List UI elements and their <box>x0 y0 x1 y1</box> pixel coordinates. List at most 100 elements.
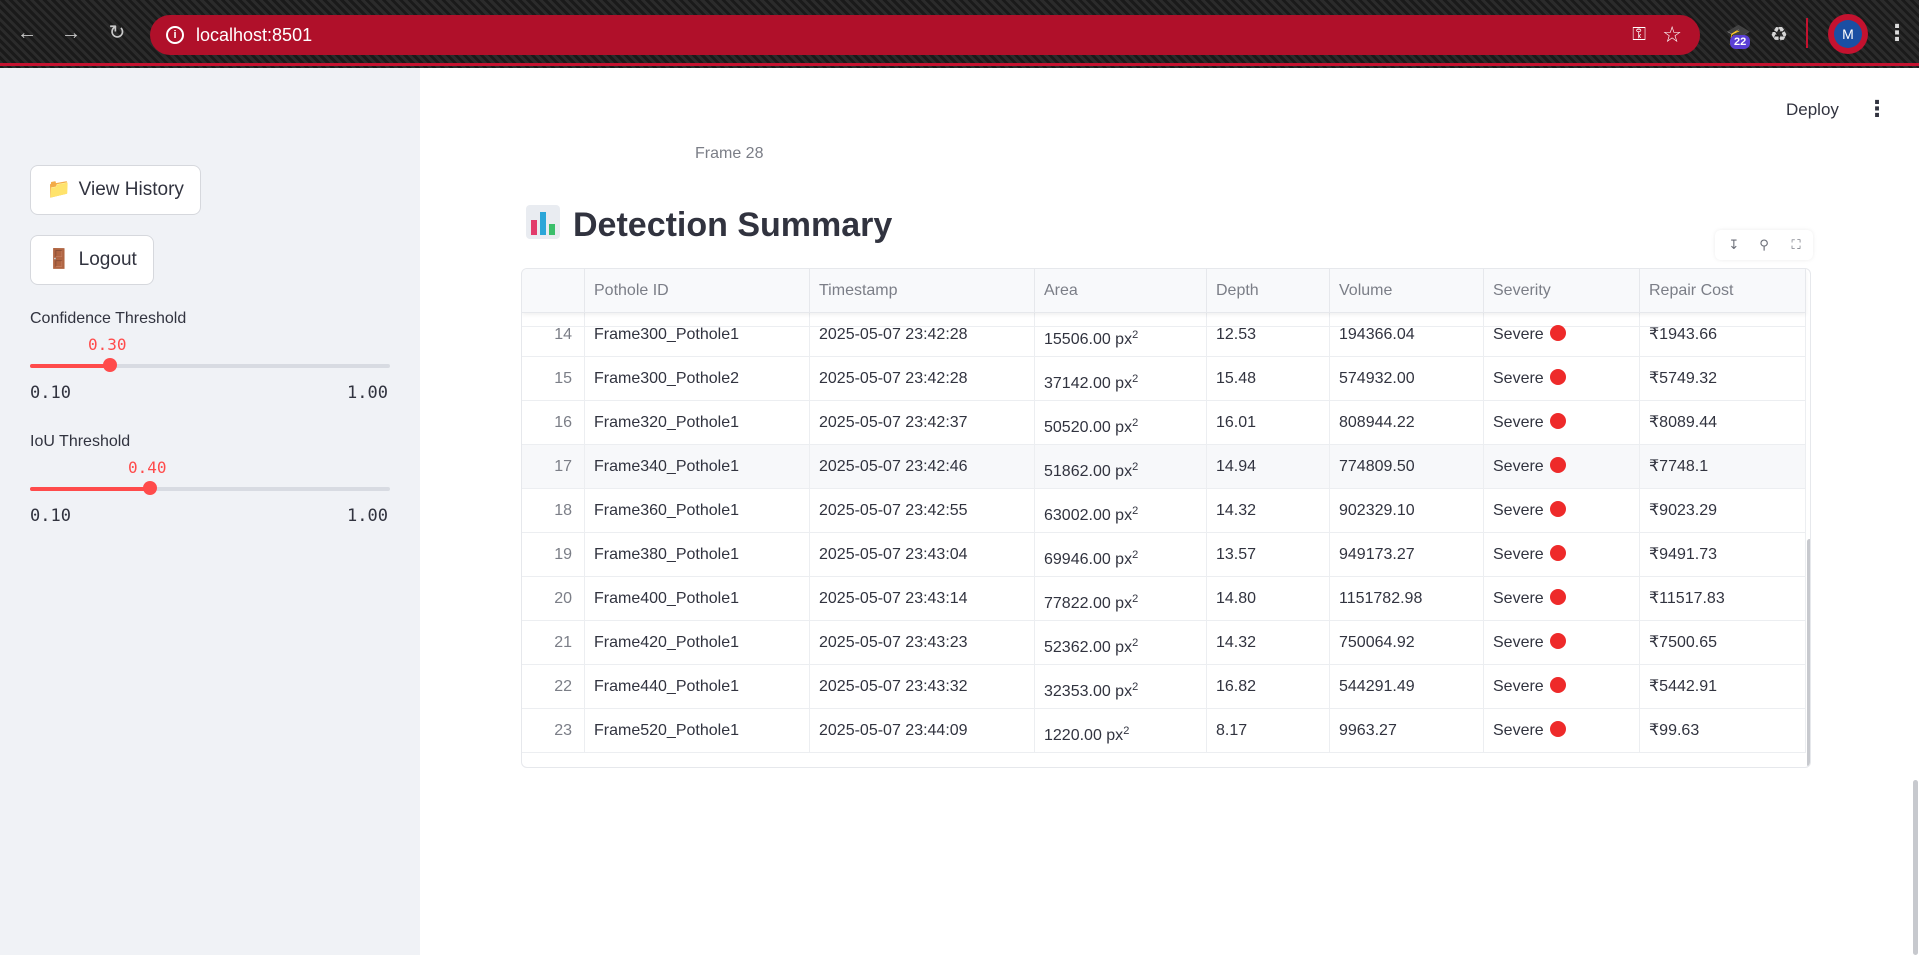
pothole-id-cell[interactable]: Frame520_Pothole1 <box>585 709 810 753</box>
volume-cell[interactable]: 750064.92 <box>1330 621 1484 665</box>
severity-cell[interactable]: Severe <box>1484 401 1640 445</box>
volume-cell[interactable]: 949173.27 <box>1330 533 1484 577</box>
repair-cost-cell[interactable]: ₹7500.65 <box>1640 621 1806 665</box>
volume-cell[interactable]: 1151782.98 <box>1330 577 1484 621</box>
area-cell[interactable]: 37142.00 px2 <box>1035 357 1207 401</box>
volume-cell[interactable]: 194366.04 <box>1330 313 1484 357</box>
pothole-id-cell[interactable]: Frame380_Pothole1 <box>585 533 810 577</box>
repair-cost-cell[interactable]: ₹8089.44 <box>1640 401 1806 445</box>
view-history-button[interactable]: 📁 View History <box>30 165 201 215</box>
area-cell[interactable]: 32353.00 px2 <box>1035 665 1207 709</box>
table-row[interactable]: 23 Frame520_Pothole1 2025-05-07 23:44:09 12… <box>522 709 1806 753</box>
severity-cell[interactable]: Severe <box>1484 665 1640 709</box>
reload-icon[interactable]: ↻ <box>106 22 128 44</box>
severity-cell[interactable]: Severe <box>1484 313 1640 357</box>
timestamp-cell[interactable]: 2025-05-07 23:42:28 <box>810 313 1035 357</box>
row-index[interactable]: 22 <box>522 665 585 709</box>
depth-cell[interactable]: 12.53 <box>1207 313 1330 357</box>
page-scrollbar[interactable] <box>1913 780 1918 955</box>
password-key-icon[interactable]: ⚿ <box>1632 24 1646 45</box>
confidence-slider[interactable] <box>30 358 390 372</box>
severity-cell[interactable]: Severe <box>1484 621 1640 665</box>
area-cell[interactable]: 50520.00 px2 <box>1035 401 1207 445</box>
table-row[interactable]: 22 Frame440_Pothole1 2025-05-07 23:43:32 32… <box>522 665 1806 709</box>
repair-cost-cell[interactable]: ₹1943.66 <box>1640 313 1806 357</box>
pothole-id-cell[interactable]: Frame300_Pothole2 <box>585 357 810 401</box>
depth-cell[interactable]: 14.80 <box>1207 577 1330 621</box>
row-index[interactable]: 21 <box>522 621 585 665</box>
download-icon[interactable]: ↧ <box>1725 236 1743 254</box>
area-cell[interactable]: 52362.00 px2 <box>1035 621 1207 665</box>
volume-header[interactable]: Volume <box>1330 269 1484 313</box>
pothole-id-cell[interactable]: Frame320_Pothole1 <box>585 401 810 445</box>
pothole-id-cell[interactable]: Frame300_Pothole1 <box>585 313 810 357</box>
depth-cell[interactable]: 16.82 <box>1207 665 1330 709</box>
volume-cell[interactable]: 544291.49 <box>1330 665 1484 709</box>
row-index[interactable]: 15 <box>522 357 585 401</box>
table-row[interactable]: 16 Frame320_Pothole1 2025-05-07 23:42:37 50… <box>522 401 1806 445</box>
fullscreen-icon[interactable]: ⛶ <box>1787 236 1805 254</box>
table-row[interactable]: 18 Frame360_Pothole1 2025-05-07 23:42:55 63… <box>522 489 1806 533</box>
timestamp-cell[interactable]: 2025-05-07 23:43:04 <box>810 533 1035 577</box>
logout-button[interactable]: 🚪 Logout <box>30 235 154 285</box>
table-row[interactable]: 14 Frame300_Pothole1 2025-05-07 23:42:28 15… <box>522 313 1806 357</box>
detection-table[interactable]: 14 Frame300_Pothole1 2025-05-07 23:42:28 15… <box>521 268 1811 768</box>
row-index[interactable]: 14 <box>522 313 585 357</box>
table-row[interactable]: 17 Frame340_Pothole1 2025-05-07 23:42:46 51… <box>522 445 1806 489</box>
severity-cell[interactable]: Severe <box>1484 357 1640 401</box>
volume-cell[interactable]: 902329.10 <box>1330 489 1484 533</box>
repair-cost-header[interactable]: Repair Cost <box>1640 269 1806 313</box>
bookmark-star-icon[interactable]: ☆ <box>1662 22 1682 48</box>
deploy-button[interactable]: Deploy <box>1786 100 1839 120</box>
area-cell[interactable]: 51862.00 px2 <box>1035 445 1207 489</box>
site-info-icon[interactable]: i <box>166 26 184 44</box>
iou-slider[interactable] <box>30 481 390 495</box>
iou-slider-thumb[interactable] <box>142 481 157 495</box>
area-header[interactable]: Area <box>1035 269 1207 313</box>
browser-menu-icon[interactable]: ⋮ <box>1886 20 1908 46</box>
timestamp-cell[interactable]: 2025-05-07 23:42:55 <box>810 489 1035 533</box>
severity-cell[interactable]: Severe <box>1484 533 1640 577</box>
timestamp-cell[interactable]: 2025-05-07 23:43:23 <box>810 621 1035 665</box>
area-cell[interactable]: 15506.00 px2 <box>1035 313 1207 357</box>
timestamp-cell[interactable]: 2025-05-07 23:43:14 <box>810 577 1035 621</box>
depth-cell[interactable]: 15.48 <box>1207 357 1330 401</box>
row-index[interactable]: 18 <box>522 489 585 533</box>
pothole-id-cell[interactable]: Frame420_Pothole1 <box>585 621 810 665</box>
repair-cost-cell[interactable]: ₹5749.32 <box>1640 357 1806 401</box>
repair-cost-cell[interactable]: ₹7748.1 <box>1640 445 1806 489</box>
depth-cell[interactable]: 16.01 <box>1207 401 1330 445</box>
search-icon[interactable]: ⚲ <box>1755 236 1773 254</box>
index-header[interactable] <box>522 269 585 313</box>
pothole-id-cell[interactable]: Frame440_Pothole1 <box>585 665 810 709</box>
timestamp-cell[interactable]: 2025-05-07 23:43:32 <box>810 665 1035 709</box>
severity-cell[interactable]: Severe <box>1484 445 1640 489</box>
timestamp-header[interactable]: Timestamp <box>810 269 1035 313</box>
pothole-id-cell[interactable]: Frame360_Pothole1 <box>585 489 810 533</box>
severity-cell[interactable]: Severe <box>1484 577 1640 621</box>
timestamp-cell[interactable]: 2025-05-07 23:42:46 <box>810 445 1035 489</box>
severity-header[interactable]: Severity <box>1484 269 1640 313</box>
repair-cost-cell[interactable]: ₹11517.83 <box>1640 577 1806 621</box>
row-index[interactable]: 20 <box>522 577 585 621</box>
volume-cell[interactable]: 9963.27 <box>1330 709 1484 753</box>
severity-cell[interactable]: Severe <box>1484 489 1640 533</box>
severity-cell[interactable]: Severe <box>1484 709 1640 753</box>
repair-cost-cell[interactable]: ₹5442.91 <box>1640 665 1806 709</box>
area-cell[interactable]: 77822.00 px2 <box>1035 577 1207 621</box>
table-row[interactable]: 15 Frame300_Pothole2 2025-05-07 23:42:28 37… <box>522 357 1806 401</box>
area-cell[interactable]: 63002.00 px2 <box>1035 489 1207 533</box>
forward-icon[interactable]: → <box>60 22 82 44</box>
row-index[interactable]: 23 <box>522 709 585 753</box>
volume-cell[interactable]: 574932.00 <box>1330 357 1484 401</box>
table-scrollbar[interactable] <box>1807 539 1810 767</box>
depth-cell[interactable]: 14.94 <box>1207 445 1330 489</box>
depth-header[interactable]: Depth <box>1207 269 1330 313</box>
table-row[interactable]: 20 Frame400_Pothole1 2025-05-07 23:43:14 77… <box>522 577 1806 621</box>
volume-cell[interactable]: 774809.50 <box>1330 445 1484 489</box>
puzzle-extensions-icon[interactable]: ♻ <box>1770 22 1788 47</box>
row-index[interactable]: 16 <box>522 401 585 445</box>
repair-cost-cell[interactable]: ₹9491.73 <box>1640 533 1806 577</box>
address-bar[interactable]: i localhost:8501 ⚿ ☆ <box>150 15 1700 55</box>
depth-cell[interactable]: 13.57 <box>1207 533 1330 577</box>
